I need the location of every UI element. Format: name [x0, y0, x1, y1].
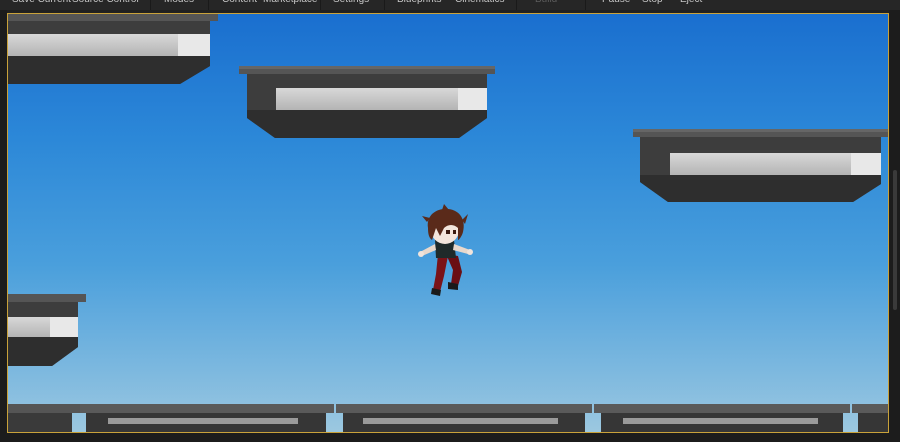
platform-right: [633, 129, 888, 202]
content-button[interactable]: Content: [222, 0, 257, 8]
modes-button[interactable]: Modes: [164, 0, 194, 8]
toolbar-separator: [384, 0, 385, 10]
floor-platforms: [8, 404, 888, 432]
pause-button[interactable]: Pause: [602, 0, 630, 8]
source-control-button[interactable]: Source Control: [72, 0, 139, 8]
toolbar-separator: [150, 0, 151, 10]
blueprints-button[interactable]: Blueprints: [397, 0, 441, 8]
vertical-scrollbar[interactable]: [893, 170, 897, 310]
cinematics-button[interactable]: Cinematics: [455, 0, 504, 8]
settings-button[interactable]: Settings: [333, 0, 369, 8]
platform-top-middle: [239, 66, 495, 138]
eject-button[interactable]: Eject: [680, 0, 702, 8]
toolbar-separator: [585, 0, 586, 10]
toolbar-separator: [516, 0, 517, 10]
viewport-left-gutter: [0, 10, 7, 442]
player-character: [418, 204, 473, 296]
editor-toolbar: Save Current Source Control Modes Conten…: [0, 0, 900, 10]
build-button[interactable]: Build: [535, 0, 557, 8]
platform-left-middle: [8, 294, 86, 366]
stop-button[interactable]: Stop: [642, 0, 663, 8]
platform-top-left: [8, 14, 218, 84]
toolbar-separator: [208, 0, 209, 10]
viewport-right-gutter: [889, 10, 900, 442]
game-viewport[interactable]: [7, 13, 889, 433]
game-scene: [8, 14, 888, 432]
save-current-button[interactable]: Save Current: [12, 0, 71, 8]
toolbar-separator: [320, 0, 321, 10]
marketplace-button[interactable]: Marketplace: [263, 0, 317, 8]
